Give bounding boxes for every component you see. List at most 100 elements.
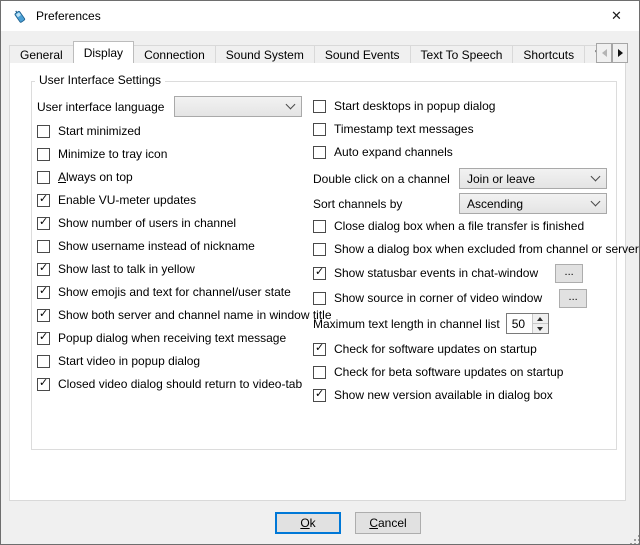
check-mark: ✓	[39, 262, 48, 275]
checkbox-label[interactable]: Close dialog box when a file transfer is…	[334, 219, 584, 233]
checkbox-label[interactable]: Enable VU-meter updates	[58, 193, 196, 207]
checkbox-video-return-tab[interactable]: ✓	[37, 378, 50, 391]
checkbox-check-beta-updates[interactable]	[313, 366, 326, 379]
tab-bar: General Display Connection Sound System …	[9, 41, 613, 63]
checkbox-label[interactable]: Show number of users in channel	[58, 216, 236, 230]
close-button[interactable]: ✕	[594, 1, 639, 30]
checkbox-label[interactable]: Start video in popup dialog	[58, 354, 200, 368]
checkbox-label[interactable]: Timestamp text messages	[334, 122, 474, 136]
checkbox-emojis[interactable]: ✓	[37, 286, 50, 299]
checkbox-label[interactable]: Show username instead of nickname	[58, 239, 255, 253]
checkbox-label[interactable]: Popup dialog when receiving text message	[58, 331, 286, 345]
tab-text-to-speech[interactable]: Text To Speech	[410, 45, 514, 63]
tab-scroll-left-button[interactable]	[596, 43, 612, 63]
checkbox-label[interactable]: Show a dialog box when excluded from cha…	[334, 242, 639, 256]
check-mark: ✓	[39, 308, 48, 321]
arrow-left-icon	[602, 49, 607, 57]
label-text: Sort channels by	[313, 197, 402, 211]
tab-general[interactable]: General	[9, 45, 74, 63]
tab-label: General	[20, 48, 63, 62]
check-mark: ✓	[39, 193, 48, 206]
spin-down-button[interactable]	[533, 324, 548, 333]
checkbox-label[interactable]: Always on top	[58, 170, 133, 184]
checkbox-label[interactable]: Check for beta software updates on start…	[334, 365, 563, 379]
tab-sound-system[interactable]: Sound System	[215, 45, 315, 63]
checkbox-close-on-transfer[interactable]	[313, 220, 326, 233]
checkbox-new-version-dialog[interactable]: ✓	[313, 389, 326, 402]
checkbox-row: ✓ Closed video dialog should return to v…	[37, 374, 302, 394]
checkbox-label[interactable]: Show emojis and text for channel/user st…	[58, 285, 291, 299]
preferences-dialog: Preferences ✕ General Display Connection…	[0, 0, 640, 545]
tab-scroll-right-button[interactable]	[612, 43, 628, 63]
tab-label: Shortcuts	[523, 48, 574, 62]
arrow-right-icon	[618, 49, 623, 57]
checkbox-last-to-talk[interactable]: ✓	[37, 263, 50, 276]
checkbox-timestamp[interactable]	[313, 123, 326, 136]
tab-sound-events[interactable]: Sound Events	[314, 45, 411, 63]
double-click-combobox[interactable]: Join or leave	[459, 168, 607, 189]
checkbox-label[interactable]: Show both server and channel name in win…	[58, 308, 332, 322]
checkbox-excluded-dialog[interactable]	[313, 243, 326, 256]
mnemonic: O	[300, 516, 309, 530]
checkbox-label[interactable]: Closed video dialog should return to vid…	[58, 377, 302, 391]
checkbox-minimize-to-tray[interactable]	[37, 148, 50, 161]
tab-display[interactable]: Display	[73, 41, 134, 63]
mnemonic: C	[369, 516, 378, 530]
title-bar: Preferences ✕	[1, 1, 639, 31]
cancel-button[interactable]: Cancel	[355, 512, 421, 534]
checkbox-video-source-corner[interactable]	[313, 292, 326, 305]
checkbox-auto-expand[interactable]	[313, 146, 326, 159]
checkbox-always-on-top[interactable]	[37, 171, 50, 184]
max-text-length-row: Maximum text length in channel list 50	[313, 313, 549, 334]
spin-up-button[interactable]	[533, 314, 548, 324]
check-mark: ✓	[39, 331, 48, 344]
checkbox-label[interactable]: Minimize to tray icon	[58, 147, 167, 161]
ok-button[interactable]: Ok	[275, 512, 341, 534]
checkbox-statusbar-events[interactable]: ✓	[313, 267, 326, 280]
checkbox-vu-meter[interactable]: ✓	[37, 194, 50, 207]
label-text: User interface language	[37, 100, 164, 114]
label-rest: ancel	[378, 516, 407, 530]
checkbox-label[interactable]: Check for software updates on startup	[334, 342, 537, 356]
checkbox-row: ✓ Show new version available in dialog b…	[313, 385, 553, 405]
chevron-down-icon	[591, 172, 601, 182]
checkbox-label[interactable]: Show source in corner of video window	[334, 291, 542, 305]
double-click-label: Double click on a channel	[313, 168, 450, 189]
checkbox-window-title[interactable]: ✓	[37, 309, 50, 322]
checkbox-label[interactable]: Start minimized	[58, 124, 141, 138]
checkbox-row: Start video in popup dialog	[37, 351, 200, 371]
tab-connection[interactable]: Connection	[133, 45, 216, 63]
statusbar-events-browse-button[interactable]: ...	[555, 264, 583, 283]
tab-label: Sound Events	[325, 48, 400, 62]
checkbox-label[interactable]: Show statusbar events in chat-window	[334, 266, 538, 280]
checkbox-row: ✓ Show last to talk in yellow	[37, 259, 195, 279]
checkbox-show-username[interactable]	[37, 240, 50, 253]
checkbox-popup-text-message[interactable]: ✓	[37, 332, 50, 345]
checkbox-check-updates[interactable]: ✓	[313, 343, 326, 356]
checkbox-row: Check for beta software updates on start…	[313, 362, 563, 382]
checkbox-row: ✓ Check for software updates on startup	[313, 339, 537, 359]
spin-value[interactable]: 50	[507, 314, 532, 333]
checkbox-desktops-popup[interactable]	[313, 100, 326, 113]
resize-grip[interactable]	[630, 535, 632, 537]
tab-shortcuts[interactable]: Shortcuts	[512, 45, 585, 63]
mnemonic: A	[58, 170, 66, 184]
tab-label: Sound System	[226, 48, 304, 62]
checkbox-label[interactable]: Auto expand channels	[334, 145, 453, 159]
checkbox-show-user-count[interactable]: ✓	[37, 217, 50, 230]
checkbox-row: Auto expand channels	[313, 142, 453, 162]
checkbox-start-minimized[interactable]	[37, 125, 50, 138]
video-source-browse-button[interactable]: ...	[559, 289, 587, 308]
max-text-length-spinbox[interactable]: 50	[506, 313, 549, 334]
checkbox-label[interactable]: Start desktops in popup dialog	[334, 99, 495, 113]
ok-label: Ok	[300, 516, 315, 530]
close-icon: ✕	[611, 8, 622, 24]
checkbox-row: Timestamp text messages	[313, 119, 474, 139]
arrow-up-icon	[537, 317, 543, 321]
language-combobox[interactable]	[174, 96, 302, 117]
checkbox-row: Show a dialog box when excluded from cha…	[313, 239, 639, 259]
checkbox-label[interactable]: Show new version available in dialog box	[334, 388, 553, 402]
sort-channels-combobox[interactable]: Ascending	[459, 193, 607, 214]
checkbox-video-popup[interactable]	[37, 355, 50, 368]
checkbox-label[interactable]: Show last to talk in yellow	[58, 262, 195, 276]
